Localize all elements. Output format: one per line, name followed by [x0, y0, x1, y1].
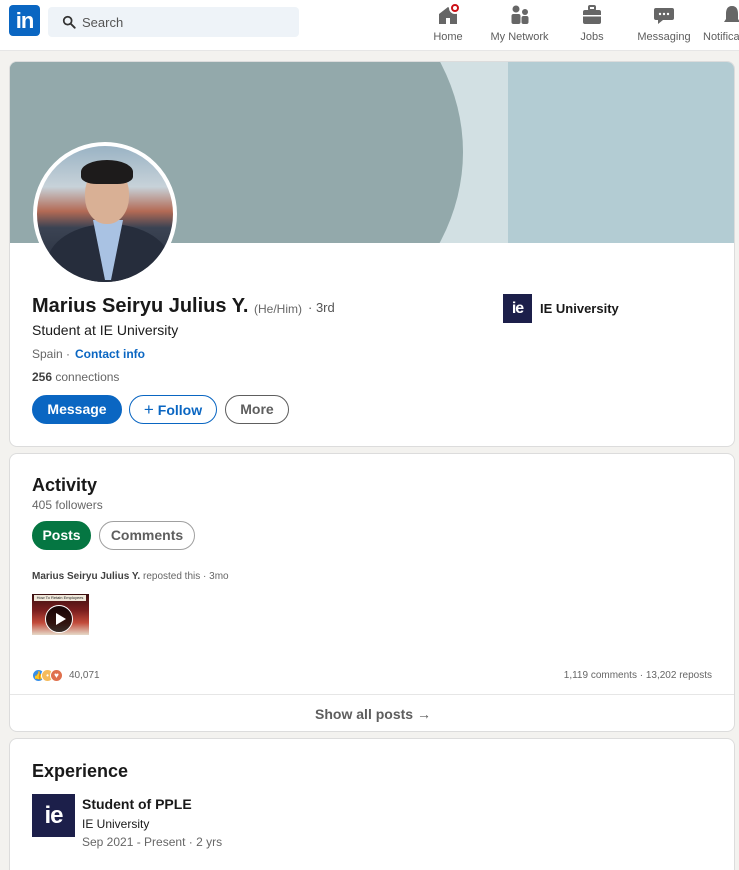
nav-messaging-label: Messaging	[637, 31, 691, 43]
nav-home-label: Home	[433, 31, 463, 43]
people-icon	[509, 4, 531, 26]
ie-university-logo: ie	[503, 294, 532, 323]
nav-jobs[interactable]: Jobs	[572, 4, 612, 48]
experience-card: Experience ie Student of PPLE IE Univers…	[9, 738, 735, 870]
nav-messaging[interactable]: Messaging	[634, 4, 694, 48]
nav-notifications-label: Notifications	[703, 31, 739, 43]
activity-card: Activity 405 followers Posts Comments Ma…	[9, 453, 735, 732]
connections-count[interactable]: 256 connections	[32, 370, 119, 384]
repost-author[interactable]: Marius Seiryu Julius Y.	[32, 571, 140, 582]
education-name: IE University	[540, 301, 619, 316]
nav-notifications[interactable]: Notifications	[703, 4, 739, 48]
follow-label: Follow	[157, 402, 203, 418]
post-video-thumbnail[interactable]: How To Retain Employees	[32, 594, 89, 635]
nav-jobs-label: Jobs	[580, 31, 604, 43]
chat-icon	[653, 4, 675, 26]
profile-card: Marius Seiryu Julius Y. (He/Him) · 3rd S…	[9, 61, 735, 447]
follow-button[interactable]: + Follow	[129, 395, 217, 424]
show-all-posts-button[interactable]: Show all posts →	[10, 695, 734, 731]
tab-comments[interactable]: Comments	[99, 521, 195, 550]
profile-name: Marius Seiryu Julius Y.	[32, 295, 249, 317]
nav-home[interactable]: Home	[428, 2, 468, 48]
followers-count: 405 followers	[32, 498, 103, 512]
contact-info-link[interactable]: Contact info	[75, 347, 145, 361]
message-button[interactable]: Message	[32, 395, 122, 424]
photo-hair	[81, 160, 133, 184]
experience-organization: IE University	[82, 817, 150, 831]
connection-degree: · 3rd	[308, 300, 335, 315]
experience-title: Experience	[32, 761, 129, 781]
love-reaction-icon: ♥	[50, 669, 63, 682]
repost-action: reposted this · 3mo	[142, 571, 229, 582]
reactions-count: 40,071	[69, 670, 100, 681]
play-icon[interactable]	[45, 605, 73, 633]
activity-title: Activity	[32, 475, 98, 495]
experience-dates: Sep 2021 - Present · 2 yrs	[82, 835, 223, 849]
home-icon	[437, 2, 461, 26]
search-icon	[62, 15, 76, 29]
comments-reposts-count[interactable]: 1,119 comments · 13,202 reposts	[564, 670, 712, 681]
profile-headline: Student at IE University	[32, 322, 179, 338]
plus-icon: +	[143, 400, 154, 419]
repost-header: Marius Seiryu Julius Y. reposted this · …	[32, 571, 229, 582]
bell-icon	[721, 4, 739, 26]
nav-my-network[interactable]: My Network	[487, 4, 552, 48]
connections-number: 256	[32, 370, 53, 384]
search-input[interactable]	[82, 7, 292, 37]
ie-university-logo[interactable]: ie	[32, 794, 75, 837]
profile-photo[interactable]	[33, 142, 177, 286]
thumbnail-caption: How To Retain Employees	[34, 595, 86, 601]
experience-role: Student of PPLE	[82, 796, 192, 812]
profile-location: Spain ·	[32, 347, 71, 361]
top-nav-bar: in Home My Network Jobs Messaging	[0, 0, 739, 51]
profile-pronouns: (He/Him)	[254, 302, 302, 316]
notification-dot	[449, 2, 461, 14]
nav-my-network-label: My Network	[490, 31, 549, 43]
more-button[interactable]: More	[225, 395, 289, 424]
search-box[interactable]	[48, 7, 299, 37]
tab-posts[interactable]: Posts	[32, 521, 91, 550]
briefcase-icon	[581, 4, 603, 26]
connections-label: connections	[55, 370, 120, 384]
linkedin-logo[interactable]: in	[9, 5, 40, 36]
